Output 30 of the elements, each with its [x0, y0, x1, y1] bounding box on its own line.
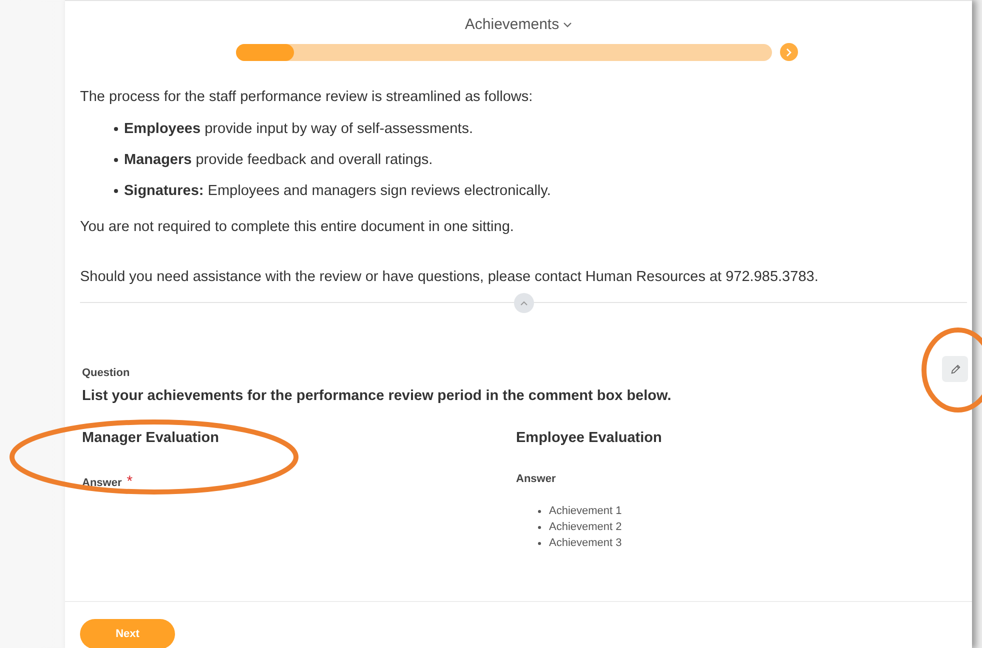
bullet-item: Signatures: Employees and managers sign reviews electronically.: [124, 182, 551, 200]
answer-item: Achievement 2: [549, 520, 622, 535]
bullet-item: Employees provide input by way of self-assessments.: [124, 120, 473, 138]
bullet-icon: [114, 127, 118, 131]
answer-label: Answer: [516, 473, 556, 485]
evaluation-heading: Manager Evaluation: [82, 429, 220, 447]
bullet-item: Managers provide feedback and overall ratings.: [124, 151, 433, 169]
info-text: You are not required to complete this entire document in one sitting.: [80, 218, 515, 236]
info-text: Should you need assistance with the review or have questions, please contact Human Resources at 972.985.3783.: [80, 268, 820, 286]
bullet-icon: [114, 158, 118, 162]
chevron-up-icon: [520, 300, 528, 306]
next-section-button[interactable]: [780, 43, 798, 61]
required-mark: *: [126, 473, 133, 490]
bullet-icon: [114, 189, 118, 193]
answer-label: Answer: [82, 477, 122, 489]
intro-text: The process for the staff performance review is streamlined as follows:: [80, 88, 534, 106]
chevron-down-icon: [563, 22, 572, 28]
question-label: Question: [82, 366, 130, 380]
bullet-icon: [538, 542, 541, 544]
bullet-icon: [538, 510, 541, 512]
bullet-icon: [538, 526, 541, 528]
edit-button[interactable]: [942, 356, 968, 382]
pencil-icon: [950, 364, 960, 374]
section-title-dropdown[interactable]: Achievements: [464, 16, 572, 33]
question-text: List your achievements for the performance review period in the comment box below.: [82, 387, 672, 405]
collapse-button[interactable]: [514, 293, 534, 313]
chevron-right-icon: [786, 48, 792, 56]
answer-item: Achievement 3: [549, 536, 622, 551]
answer-item: Achievement 1: [549, 504, 622, 519]
evaluation-heading: Employee Evaluation: [516, 429, 663, 447]
